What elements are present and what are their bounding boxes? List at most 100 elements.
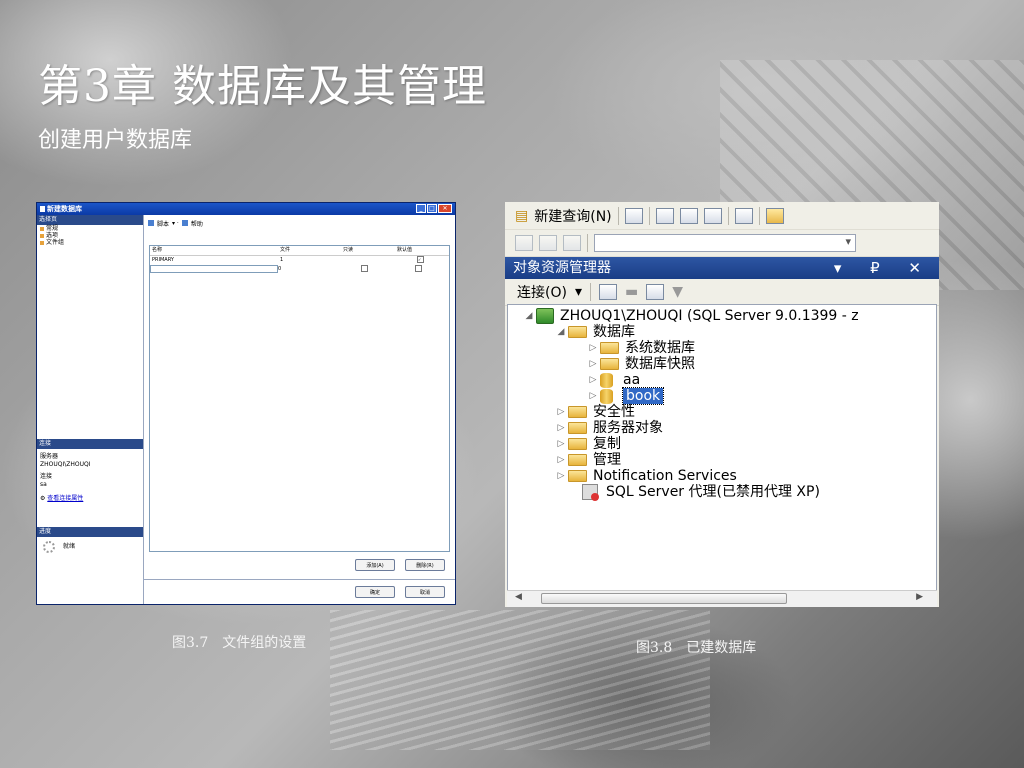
collapsed-arrow-icon[interactable]: ▷ — [554, 420, 568, 436]
folder-icon — [568, 422, 587, 434]
maximize-icon[interactable]: □ — [427, 204, 437, 213]
collapsed-arrow-icon[interactable]: ▷ — [586, 388, 600, 404]
collapsed-arrow-icon[interactable]: ▷ — [586, 340, 600, 356]
connection-value: sa — [40, 481, 47, 488]
select-page-panel: 选择页 常规 选项 文件组 连接 服务器 ZHOUQI\ZHOUQI 连接 sa… — [37, 215, 144, 604]
ok-button[interactable]: 确定 — [355, 586, 395, 598]
tree-node-server[interactable]: ◢ ZHOUQ1\ZHOUQI (SQL Server 9.0.1399 - z — [522, 308, 859, 324]
database-dropdown[interactable] — [594, 234, 856, 252]
column-header-readonly: 只读 — [343, 247, 354, 253]
folder-icon — [568, 470, 587, 482]
folder-icon — [568, 406, 587, 418]
scroll-left-icon[interactable]: ◀ — [515, 592, 522, 602]
tree-node-security[interactable]: ▷ 安全性 — [554, 404, 635, 420]
toolbar-separator — [587, 234, 588, 252]
refresh-icon[interactable] — [646, 284, 665, 300]
tree-node-management[interactable]: ▷ 管理 — [554, 452, 621, 468]
connect-icon[interactable] — [515, 235, 533, 251]
new-file-icon[interactable] — [624, 207, 643, 224]
scrollbar-thumb[interactable] — [541, 593, 787, 604]
database-icon — [600, 388, 613, 404]
collapsed-arrow-icon[interactable]: ▷ — [586, 372, 600, 388]
folder-icon — [600, 342, 619, 354]
default-checkbox[interactable] — [415, 265, 422, 272]
tree-node-database-snapshots[interactable]: ▷ 数据库快照 — [586, 356, 695, 372]
page-item-filegroups[interactable]: 文件组 — [37, 239, 143, 246]
collapsed-arrow-icon[interactable]: ▷ — [554, 436, 568, 452]
default-checkbox[interactable]: ✓ — [417, 256, 424, 263]
collapsed-arrow-icon[interactable]: ▷ — [554, 468, 568, 484]
filegroup-name-cell[interactable]: PRIMARY — [150, 256, 280, 265]
page-item-options[interactable]: 选项 — [37, 232, 143, 239]
folder-open-icon[interactable] — [765, 207, 784, 224]
scroll-right-icon[interactable]: ▶ — [916, 592, 923, 602]
dmx-query-icon[interactable] — [679, 207, 698, 224]
view-connection-properties-link[interactable]: 查看连接属性 — [47, 495, 83, 502]
tree-node-sql-server-agent[interactable]: SQL Server 代理(已禁用代理 XP) — [582, 484, 820, 501]
script-button[interactable]: 脚本 — [157, 219, 169, 228]
column-header-name: 名称 — [152, 247, 163, 253]
divider — [144, 579, 455, 580]
object-explorer-tree: ◢ ZHOUQ1\ZHOUQI (SQL Server 9.0.1399 - z… — [507, 304, 937, 591]
open-file-icon[interactable] — [734, 207, 753, 224]
new-query-icon: ▤ — [515, 207, 529, 224]
dialog-main-panel: 脚本 ▾ · 帮助 名称 文件 只读 默认值 PRIMARY 1 ✓ 0 添加(… — [144, 215, 455, 604]
folder-icon — [568, 454, 587, 466]
close-icon[interactable]: ✕ — [438, 204, 452, 213]
filter-icon[interactable]: ▼ — [672, 284, 683, 300]
stop-icon[interactable]: ▬ — [625, 284, 638, 300]
expanded-arrow-icon[interactable]: ◢ — [522, 308, 536, 324]
folder-icon — [568, 326, 587, 338]
files-count-cell: 0 — [278, 266, 282, 272]
new-database-dialog: 新建数据库 _ □ ✕ 选择页 常规 选项 文件组 连接 服务器 ZHOUQI\… — [36, 202, 456, 605]
panel-controls[interactable]: ▾ ₽ ✕ — [834, 257, 933, 279]
grid-header-row: 名称 文件 只读 默认值 — [150, 246, 449, 256]
xmla-query-icon[interactable] — [703, 207, 722, 224]
column-header-default: 默认值 — [397, 247, 413, 253]
tree-node-server-objects[interactable]: ▷ 服务器对象 — [554, 420, 663, 436]
table-row[interactable]: 0 — [150, 265, 449, 274]
collapsed-arrow-icon[interactable]: ▷ — [586, 356, 600, 372]
script-icon — [148, 220, 154, 226]
window-controls: _ □ ✕ — [416, 204, 452, 213]
tree-node-replication[interactable]: ▷ 复制 — [554, 436, 621, 452]
change-connection-icon[interactable] — [563, 235, 581, 251]
add-button[interactable]: 添加(A) — [355, 559, 395, 571]
tree-node-databases[interactable]: ◢ 数据库 — [554, 324, 635, 340]
slide-title: 第3章 数据库及其管理 — [38, 61, 487, 112]
horizontal-scrollbar[interactable]: ◀ ▶ — [507, 590, 937, 607]
disconnect-icon[interactable] — [539, 235, 557, 251]
object-explorer-title-bar: 对象资源管理器 ▾ ₽ ✕ — [505, 257, 939, 279]
column-header-files: 文件 — [280, 247, 291, 253]
table-row[interactable]: PRIMARY 1 ✓ — [150, 256, 449, 265]
connection-header: 连接 — [37, 439, 143, 449]
filegroups-grid: 名称 文件 只读 默认值 PRIMARY 1 ✓ 0 — [149, 245, 450, 552]
progress-section: 进度 就绪 — [37, 527, 143, 553]
new-query-button[interactable]: 新建查询(N) — [534, 206, 611, 226]
mdx-query-icon[interactable] — [655, 207, 674, 224]
progress-header: 进度 — [37, 527, 143, 537]
collapsed-arrow-icon[interactable]: ▷ — [554, 452, 568, 468]
readonly-checkbox[interactable] — [361, 265, 368, 272]
disconnect-icon[interactable] — [598, 284, 617, 300]
tree-node-notification-services[interactable]: ▷ Notification Services — [554, 468, 737, 484]
database-icon — [40, 206, 45, 212]
remove-button[interactable]: 删除(R) — [405, 559, 445, 571]
select-page-header: 选择页 — [37, 215, 143, 225]
main-toolbar: ▤ 新建查询(N) — [505, 202, 939, 230]
help-button[interactable]: 帮助 — [191, 219, 203, 228]
tree-node-system-databases[interactable]: ▷ 系统数据库 — [586, 340, 695, 356]
readonly-cell — [343, 256, 397, 265]
expanded-arrow-icon[interactable]: ◢ — [554, 324, 568, 340]
page-icon — [40, 240, 44, 245]
server-value: ZHOUQI\ZHOUQI — [40, 461, 91, 468]
minimize-icon[interactable]: _ — [416, 204, 426, 213]
tree-node-database-aa[interactable]: ▷ aa — [586, 372, 641, 388]
new-filegroup-name-input[interactable] — [150, 265, 278, 273]
tree-node-database-book[interactable]: ▷ book — [586, 387, 665, 405]
page-item-general[interactable]: 常规 — [37, 225, 143, 232]
collapsed-arrow-icon[interactable]: ▷ — [554, 404, 568, 420]
connect-dropdown[interactable]: 连接(O) — [517, 282, 567, 302]
progress-status: 就绪 — [63, 543, 76, 550]
cancel-button[interactable]: 取消 — [405, 586, 445, 598]
